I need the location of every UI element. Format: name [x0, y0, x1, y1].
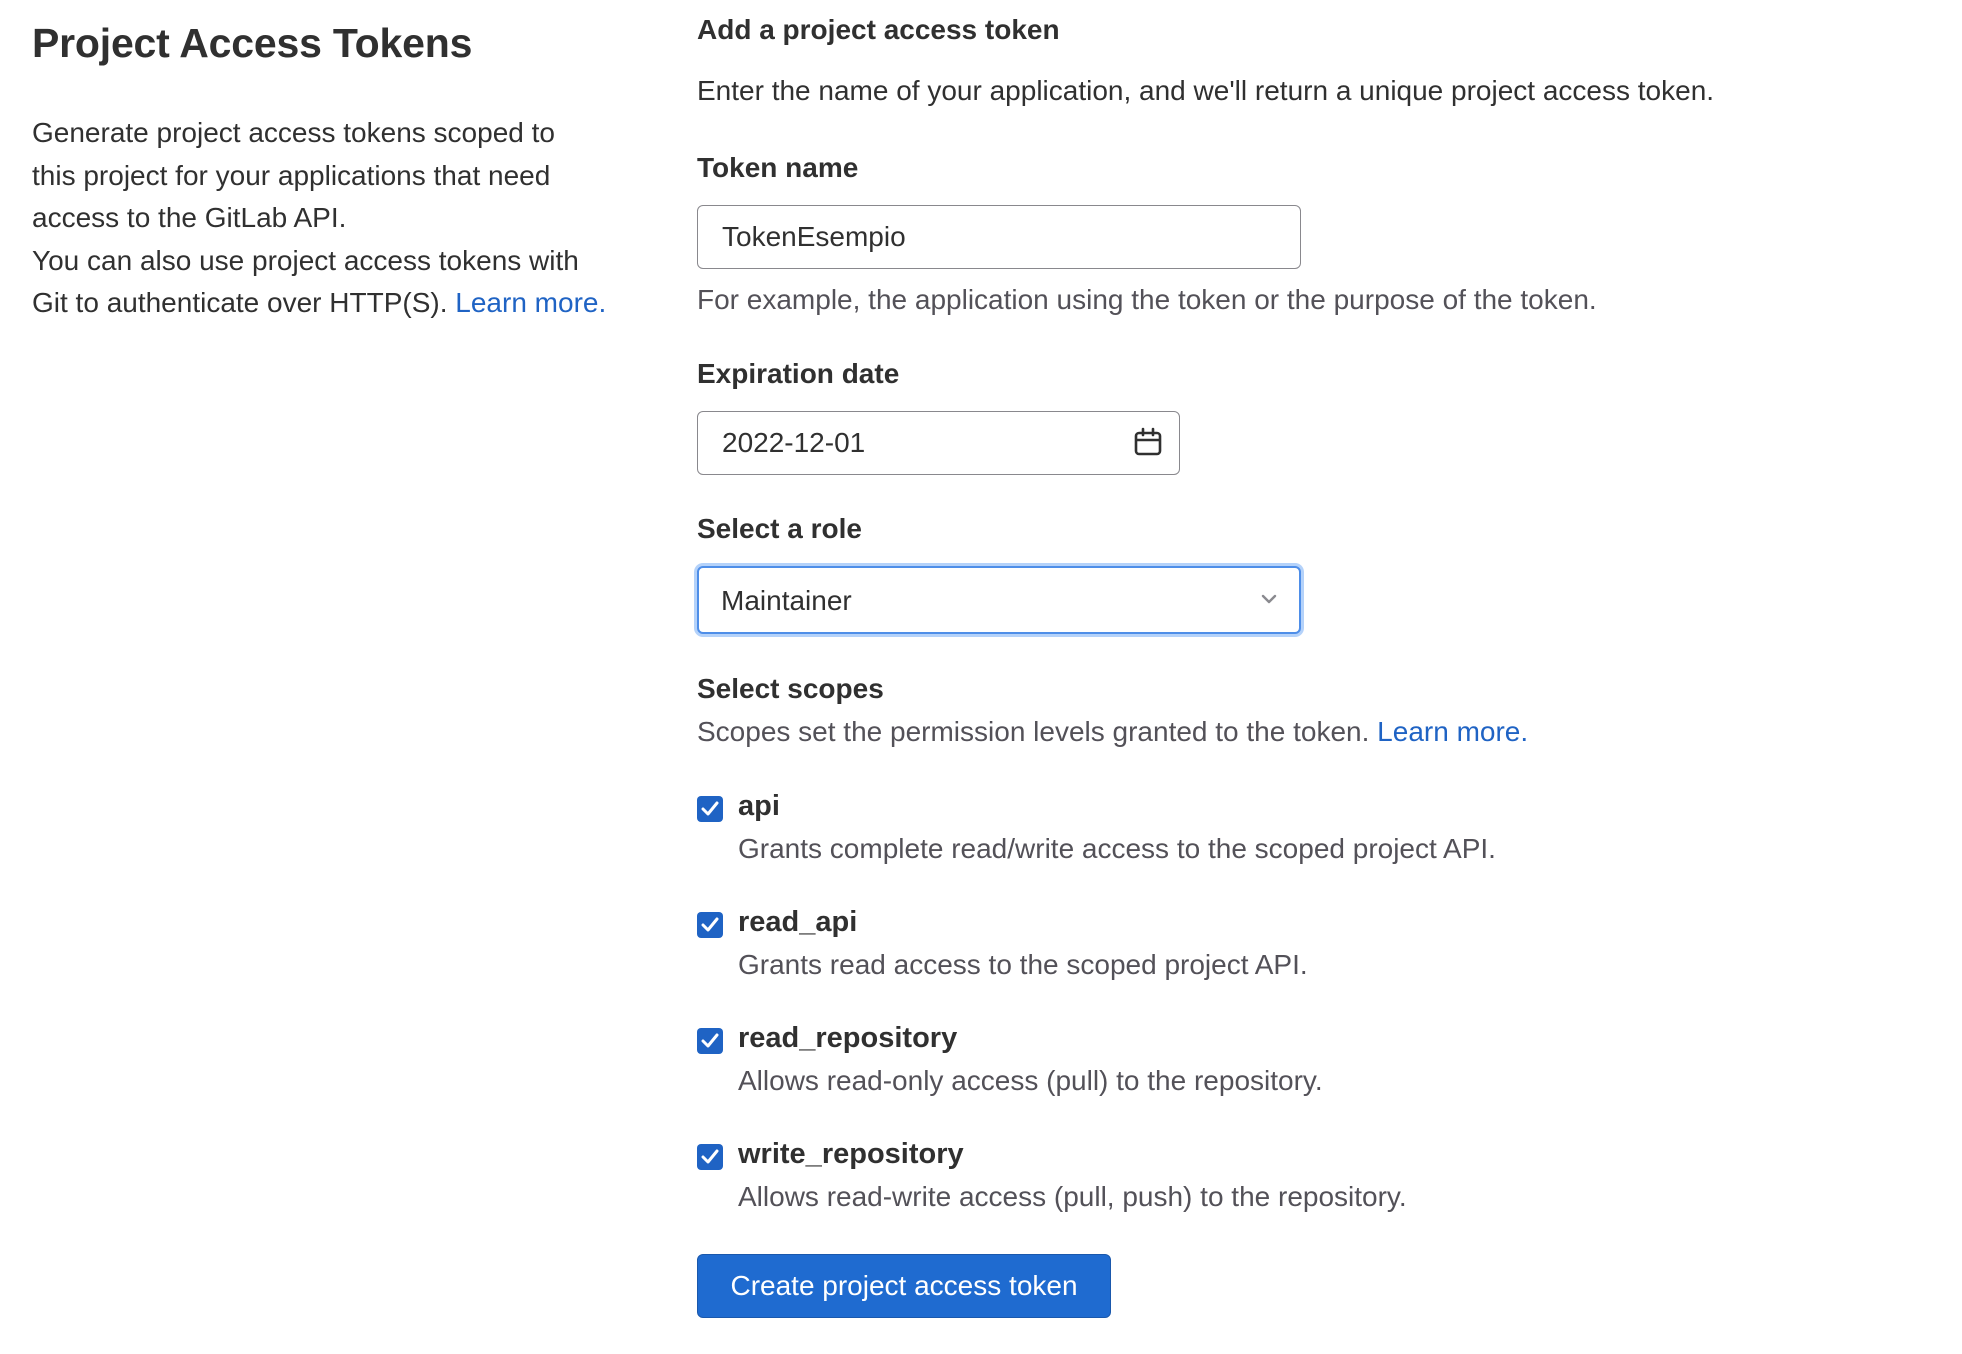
scope-write-repository-description: Allows read-write access (pull, push) to…: [738, 1181, 1407, 1212]
role-select-value: Maintainer: [721, 585, 852, 616]
create-token-button[interactable]: Create project access token: [697, 1254, 1111, 1318]
intro-line-5: Git to authenticate over HTTP(S).: [32, 287, 448, 318]
expiration-date-label: Expiration date: [697, 358, 900, 389]
scope-read-repository-description: Allows read-only access (pull) to the re…: [738, 1065, 1323, 1096]
check-icon: [701, 1149, 719, 1164]
scope-read-api-description: Grants read access to the scoped project…: [738, 949, 1308, 980]
chevron-down-icon: [1261, 594, 1277, 604]
intro-learn-more-link[interactable]: Learn more.: [455, 287, 606, 318]
check-icon: [701, 1033, 719, 1048]
scopes-description-text: Scopes set the permission levels granted…: [697, 716, 1370, 747]
intro-line-1: Generate project access tokens scoped to: [32, 117, 555, 148]
role-label: Select a role: [697, 513, 862, 544]
scope-read-repository-checkbox[interactable]: [697, 1028, 723, 1054]
intro-line-2: this project for your applications that …: [32, 159, 551, 191]
intro-column: Project Access Tokens Generate project a…: [32, 18, 652, 325]
form-description: Enter the name of your application, and …: [697, 75, 1715, 106]
scope-read-api-name[interactable]: read_api: [738, 906, 857, 939]
token-name-input[interactable]: [697, 205, 1301, 269]
scopes-label: Select scopes: [697, 673, 884, 704]
calendar-icon[interactable]: [1133, 427, 1163, 457]
token-name-help: For example, the application using the t…: [697, 284, 1597, 315]
expiration-date-input[interactable]: [698, 412, 1118, 473]
scope-read-api-checkbox[interactable]: [697, 912, 723, 938]
intro-line-4: You can also use project access tokens w…: [32, 244, 579, 276]
scopes-description: Scopes set the permission levels granted…: [697, 716, 1528, 748]
scope-write-repository-name[interactable]: write_repository: [738, 1138, 964, 1171]
scope-read-repository-name[interactable]: read_repository: [738, 1022, 957, 1055]
form-title: Add a project access token: [697, 14, 1060, 45]
scope-api-name[interactable]: api: [738, 790, 780, 823]
scope-api-description: Grants complete read/write access to the…: [738, 833, 1496, 864]
scope-write-repository-checkbox[interactable]: [697, 1144, 723, 1170]
scope-api-checkbox[interactable]: [697, 796, 723, 822]
check-icon: [701, 917, 719, 932]
token-name-label: Token name: [697, 152, 859, 183]
check-icon: [701, 801, 719, 816]
scopes-learn-more-link[interactable]: Learn more.: [1377, 716, 1528, 747]
intro-line-3: access to the GitLab API.: [32, 202, 347, 233]
page-title: Project Access Tokens: [32, 20, 473, 66]
expiration-date-field[interactable]: [697, 411, 1180, 475]
page: Project Access Tokens Generate project a…: [0, 0, 1962, 1354]
intro-description: Generate project access tokens scoped to…: [32, 112, 652, 325]
role-select[interactable]: Maintainer: [697, 566, 1301, 634]
